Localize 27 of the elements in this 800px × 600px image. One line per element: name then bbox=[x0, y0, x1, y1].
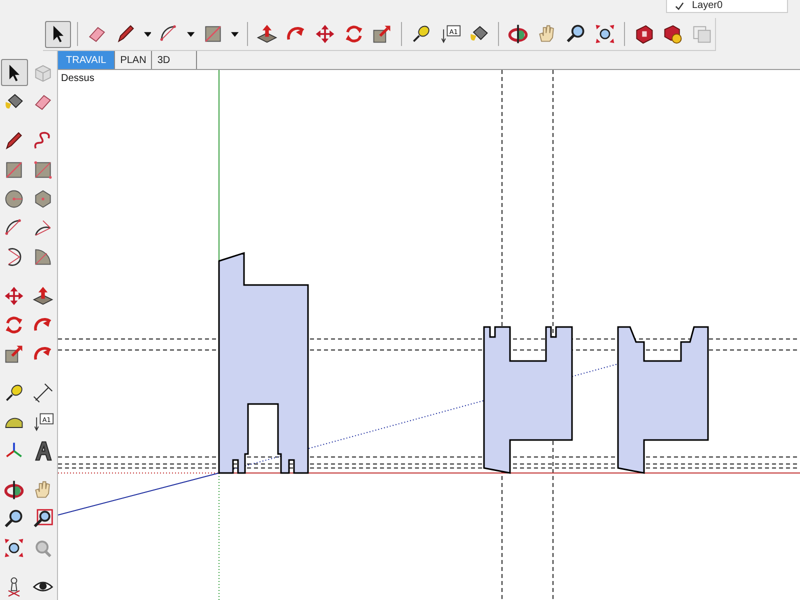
orbit-icon bbox=[3, 478, 25, 500]
caret-icon[interactable] bbox=[144, 32, 152, 36]
move-arrows-icon bbox=[314, 23, 336, 45]
zoom-window-icon bbox=[32, 508, 54, 530]
rectangle-icon bbox=[32, 158, 54, 180]
caret-icon[interactable] bbox=[231, 32, 239, 36]
select-tool-button[interactable] bbox=[0, 59, 28, 86]
zoom-extents-icon bbox=[3, 536, 25, 558]
magnifier-icon bbox=[3, 508, 25, 530]
hexagon-badge-icon bbox=[662, 23, 684, 45]
rotate-arrows-icon bbox=[3, 314, 25, 336]
zoom-extents-icon bbox=[594, 23, 616, 45]
push-pull-icon bbox=[32, 284, 54, 306]
orbit-icon bbox=[507, 23, 530, 45]
letter-a-icon bbox=[32, 440, 54, 462]
select-tool-button[interactable] bbox=[45, 20, 71, 48]
stacked-pages-icon bbox=[690, 23, 713, 45]
tape-measure-icon bbox=[410, 23, 432, 45]
view-label: Dessus bbox=[61, 73, 94, 84]
layer-dropdown[interactable]: Layer0 bbox=[666, 0, 788, 13]
caret-icon[interactable] bbox=[187, 32, 196, 36]
dimension-icon bbox=[32, 382, 54, 404]
circle-icon bbox=[3, 188, 25, 210]
push-pull-icon bbox=[256, 23, 278, 45]
scale-icon bbox=[371, 23, 394, 45]
polygon-icon bbox=[32, 188, 54, 210]
move-arrows-icon bbox=[3, 284, 25, 306]
